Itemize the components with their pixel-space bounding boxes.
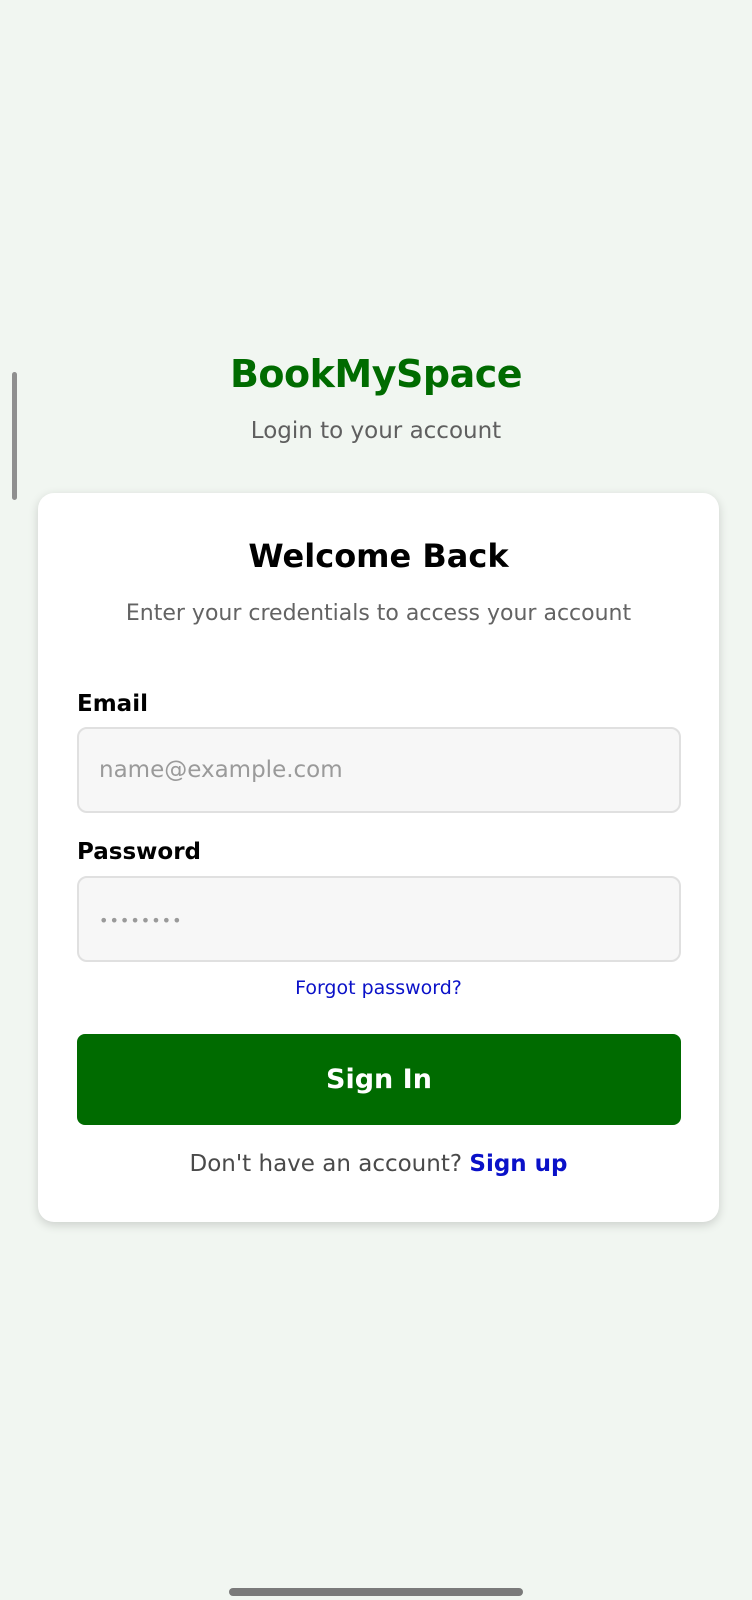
app-brand-title: BookMySpace — [229, 352, 523, 396]
login-screen: BookMySpace Login to your account Welcom… — [0, 0, 752, 1600]
password-field[interactable] — [79, 878, 679, 960]
email-label: Email — [77, 691, 148, 717]
card-title: Welcome Back — [248, 537, 509, 575]
home-indicator[interactable] — [229, 1588, 523, 1596]
login-card: Welcome Back Enter your credentials to a… — [38, 493, 719, 1222]
signup-row: Don't have an account? Sign up — [38, 1151, 719, 1177]
signup-prompt: Don't have an account? — [189, 1151, 470, 1177]
password-field-container — [77, 876, 681, 962]
app-subtitle: Login to your account — [250, 418, 502, 444]
forgot-password-link[interactable]: Forgot password? — [38, 977, 719, 999]
password-label: Password — [77, 839, 201, 865]
sign-in-button[interactable]: Sign In — [77, 1034, 681, 1125]
email-field-container — [77, 727, 681, 813]
email-field[interactable] — [79, 729, 679, 811]
card-subtitle: Enter your credentials to access your ac… — [125, 601, 632, 626]
sign-up-link[interactable]: Sign up — [469, 1151, 567, 1177]
